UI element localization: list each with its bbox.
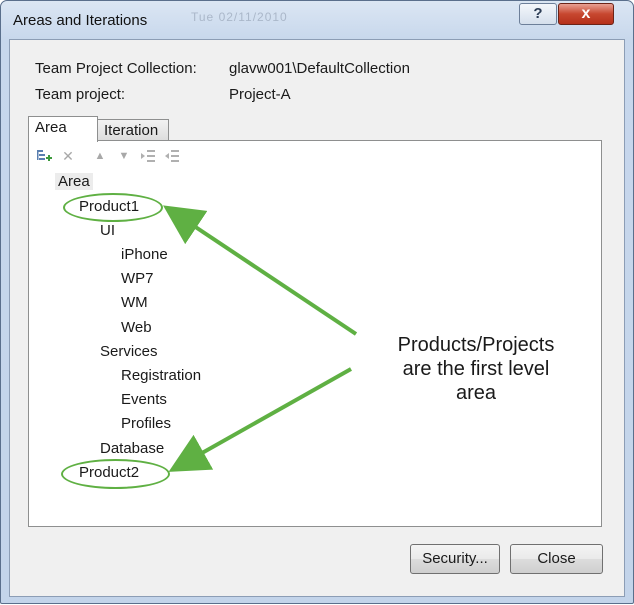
security-button[interactable]: Security... xyxy=(410,544,500,574)
window-title: Areas and Iterations xyxy=(13,12,148,29)
close-button[interactable]: Close xyxy=(510,544,603,574)
tree-node-iphone[interactable]: iPhone xyxy=(121,246,168,263)
dialog-window: Areas and Iterations Tue 02/11/2010 ? x … xyxy=(0,0,634,604)
indent-icon[interactable] xyxy=(139,147,157,165)
help-button[interactable]: ? xyxy=(519,3,557,25)
collection-label: Team Project Collection: xyxy=(35,60,197,77)
highlight-ellipse-product2 xyxy=(61,459,170,489)
project-value: Project-A xyxy=(229,86,291,103)
tree-node-wp7[interactable]: WP7 xyxy=(121,270,154,287)
collection-value: glavw001\DefaultCollection xyxy=(229,60,410,77)
project-label: Team project: xyxy=(35,86,126,103)
tree-node-profiles[interactable]: Profiles xyxy=(121,415,171,432)
tree-node-database[interactable]: Database xyxy=(100,440,164,457)
tree-node-wm[interactable]: WM xyxy=(121,294,148,311)
callout-line-2: are the first level xyxy=(402,358,550,380)
tree-node-services[interactable]: Services xyxy=(100,343,158,360)
add-node-icon[interactable] xyxy=(35,147,53,165)
title-background-text: Tue 02/11/2010 xyxy=(191,10,288,24)
window-close-button[interactable]: x xyxy=(558,3,614,25)
move-down-icon[interactable]: ▼ xyxy=(115,147,133,165)
highlight-ellipse-product1 xyxy=(63,193,163,222)
tree-root-area[interactable]: Area xyxy=(55,173,93,190)
tree-node-ui[interactable]: UI xyxy=(100,222,115,239)
tab-iteration[interactable]: Iteration xyxy=(97,119,169,141)
callout-line-1: Products/Projects xyxy=(397,334,555,356)
delete-icon[interactable]: ✕ xyxy=(59,147,77,165)
move-up-icon[interactable]: ▲ xyxy=(91,147,109,165)
callout-line-3: area xyxy=(455,382,497,404)
tree-node-events[interactable]: Events xyxy=(121,391,167,408)
title-bar[interactable]: Areas and Iterations Tue 02/11/2010 ? x xyxy=(1,1,633,37)
annotation-callout: Products/Projects are the first level ar… xyxy=(371,333,581,405)
outdent-icon[interactable] xyxy=(163,147,181,165)
tab-area[interactable]: Area xyxy=(28,116,98,142)
tree-node-web[interactable]: Web xyxy=(121,319,152,336)
tree-node-registration[interactable]: Registration xyxy=(121,367,201,384)
